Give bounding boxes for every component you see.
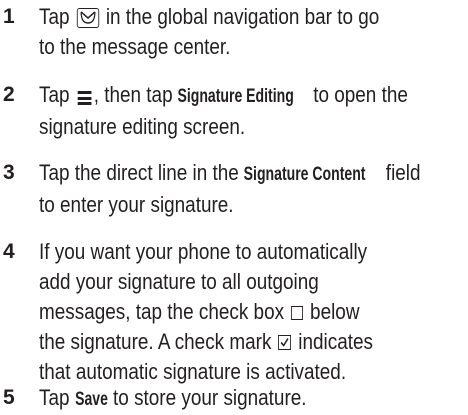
step-line: Tap , then tap Signature Editing to open… (39, 80, 467, 112)
step-text-segment: the signature. A check mark (39, 329, 277, 354)
step-text-segment: to open the (307, 82, 408, 107)
step-text-segment: to the message center. (39, 34, 231, 59)
step-text-segment: below (304, 299, 360, 324)
step-text-segment: Tap (39, 385, 75, 410)
step-line: Tap the direct line in the Signature Con… (39, 158, 467, 190)
step-number: 4 (3, 240, 15, 263)
step-number: 2 (3, 83, 15, 106)
step-line: If you want your phone to automatically (39, 237, 467, 267)
step-number: 1 (3, 5, 15, 28)
step-text-segment: signature editing screen. (39, 114, 246, 139)
step-text-segment: messages, tap the check box (39, 299, 290, 324)
menu-icon (76, 90, 92, 106)
step-text: Tap , then tap Signature Editing to open… (39, 80, 467, 142)
step-text: Tap Save to store your signature. (39, 383, 467, 415)
step-text-segment: If you want your phone to automatically (39, 239, 368, 264)
step-text-segment: to enter your signature. (39, 192, 234, 217)
step-line: Tap Save to store your signature. (39, 383, 467, 415)
step-text-segment: that automatic signature is activated. (39, 359, 347, 384)
envelope-icon (76, 8, 99, 28)
step-text: If you want your phone to automatically … (39, 237, 467, 387)
step-line: the signature. A check mark indicates (39, 327, 467, 357)
step-line: Tap in the global navigation bar to go (39, 2, 467, 32)
step-number: 3 (3, 161, 15, 184)
step-text: Tap in the global navigation bar to go t… (39, 2, 467, 62)
step-text-segment: in the global navigation bar to go (100, 4, 380, 29)
save-label: Save (74, 389, 108, 410)
step-line: signature editing screen. (39, 112, 467, 142)
step-text-segment: field (380, 160, 421, 185)
step-text-segment: Tap (39, 4, 75, 29)
step-line: to the message center. (39, 32, 467, 62)
step-text-segment: Tap (39, 82, 75, 107)
checkbox-unchecked-icon (291, 306, 304, 320)
signature-content-label: Signature Content (244, 164, 366, 185)
step-text-segment: indicates (293, 329, 373, 354)
step-text-segment: Tap the direct line in the (39, 160, 245, 185)
step-text: Tap the direct line in the Signature Con… (39, 158, 467, 220)
step-text-segment: , then tap (93, 82, 178, 107)
step-line: to enter your signature. (39, 190, 467, 220)
step-text-segment: to store your signature. (107, 385, 307, 410)
step-number: 5 (3, 386, 15, 409)
step-text-segment: add your signature to all outgoing (39, 269, 319, 294)
step-line: add your signature to all outgoing (39, 267, 467, 297)
checkbox-checked-icon (278, 335, 292, 350)
signature-editing-label: Signature Editing (177, 86, 295, 107)
step-line: messages, tap the check box below (39, 297, 467, 327)
